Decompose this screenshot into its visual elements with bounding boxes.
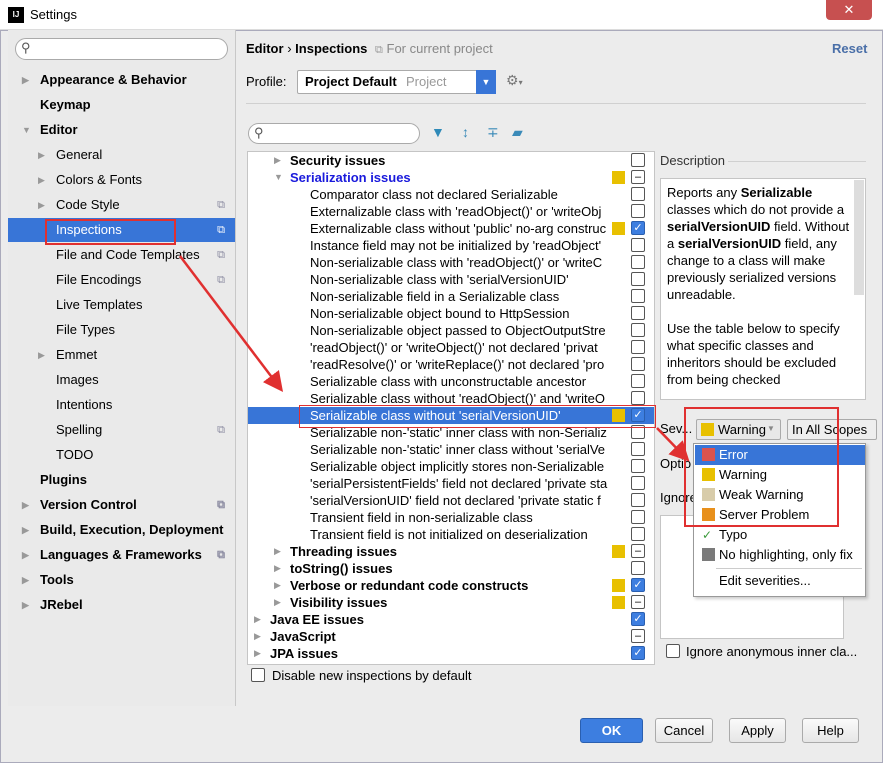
annotation-arrows (179, 255, 690, 462)
annotation-arrow-2 (656, 427, 690, 462)
annotation-arrow-1 (179, 255, 284, 392)
